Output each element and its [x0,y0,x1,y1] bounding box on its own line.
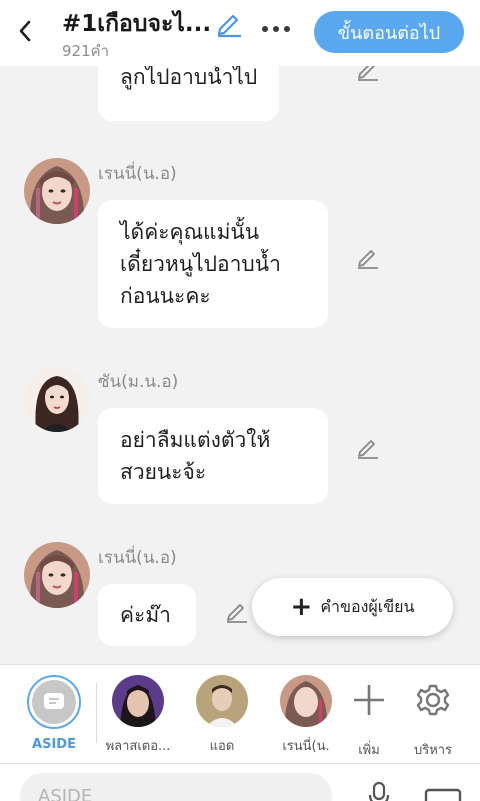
divider [96,683,97,743]
pencil-icon [217,14,241,38]
message-bubble[interactable]: ลูกไปอาบน้ำไป [98,66,280,121]
message-line: ค่ะม๊า [120,603,171,627]
message-line: สวยนะจ้ะ [120,460,207,484]
word-count: 921คำ [62,42,110,60]
message-bubble[interactable]: อย่าลืมแต่งตัวให้ สวยนะจ้ะ [98,408,328,504]
sender-name: เรนนี่(น.อ) [98,548,177,568]
message-bubble[interactable]: ได้ค่ะคุณแม่นั้น เดี๋ยวหนูไปอาบน้ำ ก่อนน… [98,200,328,328]
chevron-left-icon [19,20,31,42]
pencil-icon[interactable] [355,244,381,270]
character-label: บริหาร [413,743,453,758]
edit-title-button[interactable] [214,8,244,38]
character-item[interactable]: พลาสเตอ... [98,675,178,756]
message-line: ได้ค่ะคุณแม่นั้น [120,220,260,244]
more-options-button[interactable] [256,14,296,44]
sender-name: ซัน(ม.น.อ) [98,372,179,392]
avatar [112,675,164,727]
avatar[interactable] [24,366,90,432]
message-line: อย่าลืมแต่งตัวให้ [120,428,271,452]
pencil-icon[interactable] [355,66,381,82]
back-button[interactable] [10,16,40,46]
message-line: ก่อนนะคะ [120,284,211,308]
manage-characters-button[interactable]: บริหาร [394,675,472,760]
input-bar [0,764,480,801]
author-note-button[interactable]: + คำของผู้เขียน [252,578,453,636]
next-step-button[interactable]: ขั้นตอนต่อไป [314,11,464,53]
author-note-label: คำของผู้เขียน [320,596,415,616]
message-line: เดี๋ยวหนูไปอาบน้ำ [120,252,281,276]
plus-icon: + [290,592,313,622]
message-input[interactable] [20,773,332,801]
character-label: แอด [209,739,235,754]
more-dots-icon [262,26,268,32]
plus-icon [354,685,384,715]
avatar[interactable] [24,158,90,224]
chat-area[interactable]: ลูกไปอาบน้ำไป เรนนี่(น.อ) ได้ค่ะคุณแม่นั… [0,66,480,664]
image-icon[interactable] [424,788,462,801]
avatar [196,675,248,727]
character-label: ASIDE [32,737,76,752]
character-label: พลาสเตอ... [105,739,171,754]
character-bar: ASIDE พลาสเตอ... แอด เรนนี่(น. เพิ่ม บริ… [0,664,480,764]
pencil-icon[interactable] [355,434,381,460]
avatar[interactable] [24,542,90,608]
message-bubble[interactable]: ค่ะม๊า [98,584,196,646]
avatar [280,675,332,727]
message-line: ลูกไปอาบน้ำไป [120,66,258,89]
top-bar: #1เกือบจะไ... 921คำ ขั้นตอนต่อไป [0,0,480,66]
microphone-icon[interactable] [366,782,392,801]
character-aside[interactable]: ASIDE [14,675,94,752]
character-item[interactable]: แอด [182,675,262,756]
gear-icon [416,684,450,716]
chat-bubble-icon [44,693,64,709]
pencil-icon[interactable] [224,598,250,624]
sender-name: เรนนี่(น.อ) [98,164,177,184]
episode-title: #1เกือบจะไ... [62,11,212,37]
aside-avatar [27,675,81,729]
